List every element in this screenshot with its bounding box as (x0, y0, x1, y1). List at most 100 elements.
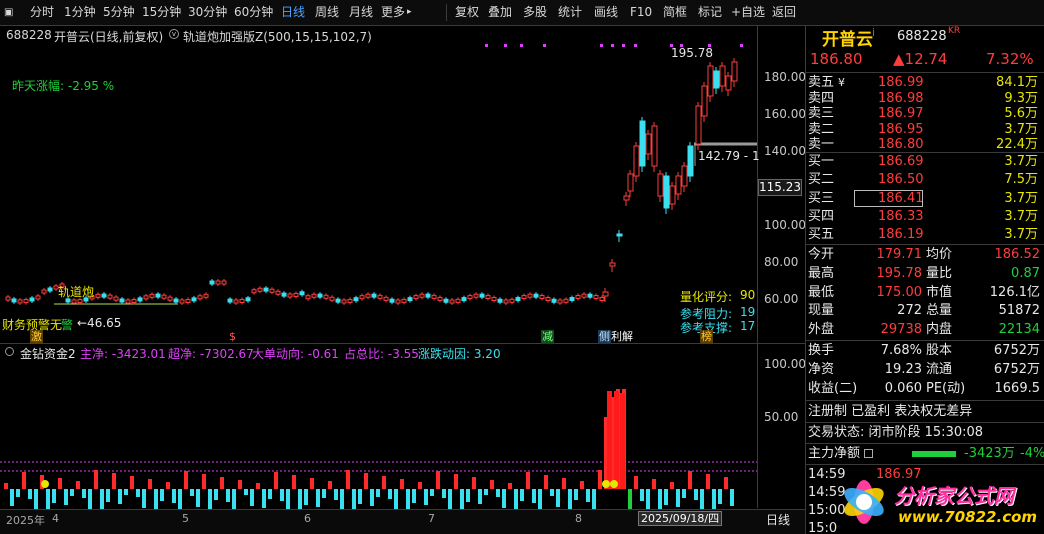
tab-30min[interactable]: 30分钟 (188, 0, 227, 25)
event-tag-ji[interactable]: 激 (30, 330, 43, 344)
flow-bar (700, 489, 704, 509)
tab-more[interactable]: 更多 (381, 0, 405, 25)
divider (806, 400, 1044, 401)
flow-bar (454, 474, 458, 489)
flow-bar (580, 481, 584, 489)
stat2-value: 19.23 (884, 362, 922, 377)
candle-body (347, 298, 353, 303)
score-value: 90 (740, 288, 756, 302)
flow-bar (148, 479, 152, 489)
candle-body (627, 173, 634, 192)
tab-weekly[interactable]: 周线 (315, 0, 339, 25)
event-tag-jie[interactable]: 解 (622, 330, 633, 344)
candle-body (419, 293, 425, 298)
tab-monthly[interactable]: 月线 (349, 0, 373, 25)
flow-bar (46, 489, 50, 509)
candle-body (275, 290, 281, 295)
candle-body (299, 291, 305, 296)
stat-label: 外盘 (808, 322, 835, 338)
flow-bar (436, 471, 440, 489)
divider (806, 464, 1044, 465)
tab-1min[interactable]: 1分钟 (64, 0, 96, 25)
stock-name: 开普云 (822, 30, 873, 50)
candle-body (323, 294, 329, 299)
date-label-apr: 4 (52, 512, 59, 525)
stat2-value: 1669.5 (994, 381, 1041, 396)
date-label-jul: 7 (428, 512, 435, 525)
candle-body (431, 294, 437, 299)
event-tag-ce[interactable]: 侧 (598, 330, 611, 344)
flow-bar (388, 489, 392, 499)
event-tag-bang[interactable]: 榜 (700, 330, 713, 344)
overlay-button[interactable]: 叠加 (488, 0, 512, 25)
candle-body (131, 299, 137, 304)
flow-bar (490, 480, 494, 489)
candle-body (287, 293, 293, 298)
stock-info-icon[interactable]: i (872, 26, 875, 39)
tab-fenshi[interactable]: 分时 (30, 0, 54, 25)
candle-body (533, 293, 539, 298)
flow-bar (142, 489, 146, 508)
stat2-label: 净资 (808, 362, 835, 377)
trade-status: 交易状态: 闭市阶段 15:30:08 (808, 425, 984, 440)
flow-bar (100, 489, 104, 509)
candle-body (251, 289, 257, 294)
bid-volume: 3.7万 (1004, 208, 1038, 224)
adjust-button[interactable]: 复权 (455, 0, 479, 25)
flow-bar (658, 489, 662, 509)
flow-bar (712, 489, 716, 509)
candle-body (557, 299, 563, 304)
draw-line-button[interactable]: 画线 (594, 0, 618, 25)
chart-area[interactable]: 688228 开普云(日线,前复权) v 轨道炮加强版Z(500,15,15,1… (0, 26, 805, 534)
mark-button[interactable]: 标记 (698, 0, 722, 25)
bid-volume: 3.7万 (1004, 227, 1038, 243)
flow-bar (118, 489, 122, 504)
multi-stock-button[interactable]: 多股 (523, 0, 547, 25)
candle-body (41, 289, 47, 294)
tab-daily[interactable]: 日线 (281, 0, 305, 25)
stat-value: 179.71 (876, 247, 923, 262)
flow-bar (10, 489, 14, 506)
add-watchlist-button[interactable]: +自选 (731, 0, 765, 25)
candle-body (203, 293, 209, 298)
main-flow-label: 主力净额 (808, 446, 861, 461)
watermark: 分析家公式网 www.70822.com (836, 472, 1044, 534)
flow-bar (568, 489, 572, 509)
price-change: ▲12.74 (893, 50, 948, 68)
candle-body (707, 65, 714, 97)
tab-15min[interactable]: 15分钟 (142, 0, 181, 25)
flow-bar (22, 472, 26, 489)
event-tag-cai[interactable]: 利 (611, 330, 622, 344)
stat2-value: 7.68% (880, 343, 922, 358)
main-flow-value: -3423万 (964, 446, 1015, 461)
candle-body (155, 293, 161, 298)
f10-button[interactable]: F10 (630, 0, 652, 25)
tab-5min[interactable]: 5分钟 (103, 0, 135, 25)
menu-square-icon[interactable]: ▣ (4, 0, 13, 25)
flow-bar (238, 480, 242, 489)
flow-bar (502, 489, 506, 508)
candle-body (581, 293, 587, 298)
flow-bar (364, 473, 368, 489)
simple-frame-button[interactable]: 简框 (663, 0, 687, 25)
candle-body (383, 296, 389, 301)
stat-label: 量比 (926, 265, 953, 281)
more-arrow-icon[interactable]: ▸ (407, 0, 412, 25)
event-tag-dollar[interactable]: $ (227, 330, 238, 344)
range-marker: 142.79 - 1 (698, 149, 760, 163)
tab-60min[interactable]: 60分钟 (234, 0, 273, 25)
stat2-value: 0.060 (884, 381, 922, 396)
flow-bar (628, 489, 632, 509)
back-button[interactable]: 返回 (772, 0, 796, 25)
stats-button[interactable]: 统计 (558, 0, 582, 25)
candle-body (491, 296, 497, 301)
event-tag-jian[interactable]: 减 (541, 330, 554, 344)
price-tick-160: 160.00 (764, 107, 805, 121)
flow-bar (154, 489, 158, 509)
flow-bar (544, 475, 548, 489)
flow-bar (484, 489, 488, 495)
selected-bid-box (854, 190, 923, 207)
flow-detail-icon[interactable] (864, 449, 873, 458)
flow-bar (718, 489, 722, 504)
flow-bar-spike (607, 391, 612, 489)
